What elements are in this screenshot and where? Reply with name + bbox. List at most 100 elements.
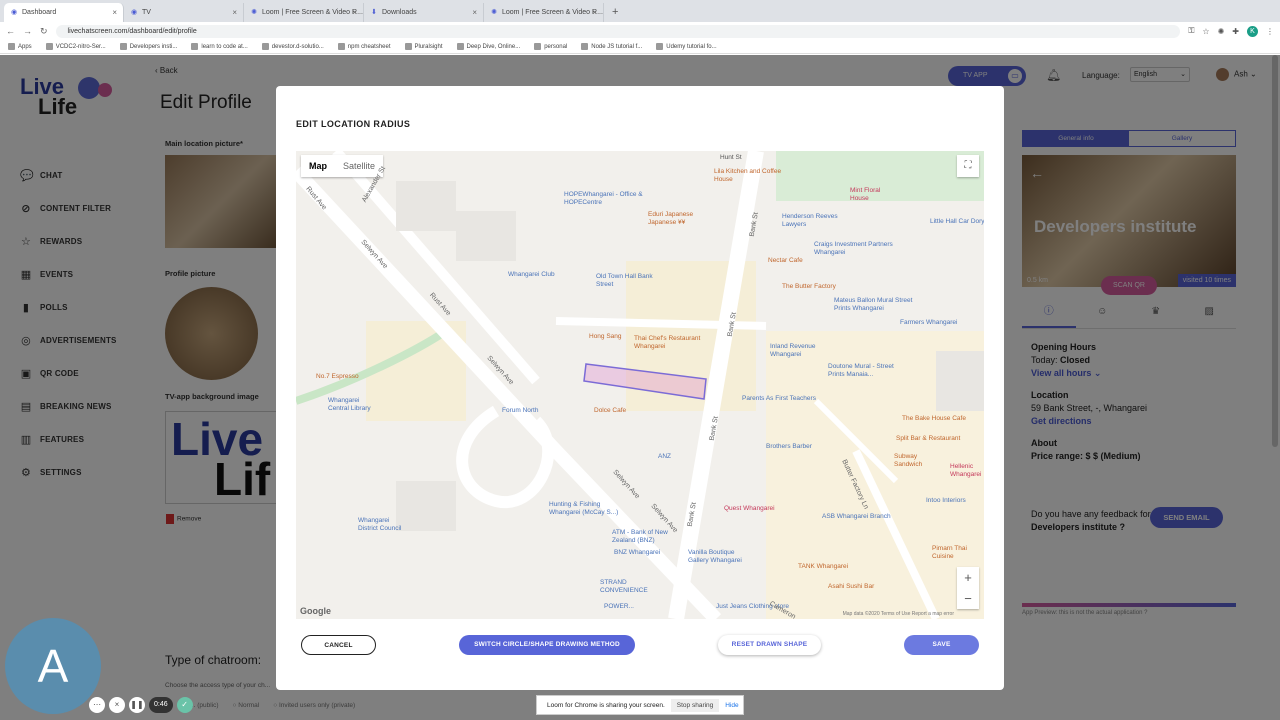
- bookmark-item[interactable]: Node JS tutorial f...: [581, 42, 642, 50]
- extensions-icon[interactable]: ✚: [1232, 27, 1239, 36]
- map-poi[interactable]: Inland Revenue Whangarei: [770, 343, 830, 359]
- edit-location-radius-modal: EDIT LOCATION RADIUS Map Satellite ⛶ + −…: [276, 86, 1004, 690]
- tab-label: Loom | Free Screen & Video R...: [262, 9, 363, 16]
- reload-icon[interactable]: ↻: [40, 26, 48, 37]
- profile-avatar-icon[interactable]: K: [1247, 25, 1258, 37]
- tab-close-icon[interactable]: ×: [352, 3, 357, 22]
- fullscreen-icon[interactable]: ⛶: [957, 155, 979, 177]
- map-poi[interactable]: Lila Kitchen and Coffee House: [714, 168, 784, 184]
- map-attribution[interactable]: Map data ©2020 Terms of Use Report a map…: [843, 611, 954, 617]
- map-poi[interactable]: STRAND CONVENIENCE: [600, 579, 660, 595]
- loom-extension-icon[interactable]: ✺: [1218, 27, 1225, 36]
- map-type-toggle: Map Satellite: [301, 155, 384, 177]
- cancel-recording-icon[interactable]: ×: [109, 697, 125, 713]
- map-poi[interactable]: Dolce Cafe: [594, 407, 626, 415]
- map-poi[interactable]: Thai Chef's Restaurant Whangarei: [634, 335, 704, 351]
- map-poi[interactable]: Brothers Barber: [766, 443, 812, 451]
- save-button[interactable]: SAVE: [904, 635, 979, 655]
- bookmark-item[interactable]: Apps: [8, 42, 32, 50]
- browser-tab-dashboard[interactable]: ◉ Dashboard ×: [4, 3, 124, 22]
- map-poi[interactable]: The Butter Factory: [782, 283, 836, 291]
- hide-button[interactable]: Hide: [725, 702, 738, 709]
- map-poi[interactable]: Farmers Whangarei: [900, 319, 957, 327]
- map-poi[interactable]: Whangarei Central Library: [328, 397, 378, 413]
- tab-close-icon[interactable]: ×: [472, 3, 477, 22]
- browser-tab-downloads[interactable]: ⬇ Downloads ×: [364, 3, 484, 22]
- browser-menu-icon[interactable]: ⋮: [1266, 27, 1274, 36]
- bookmark-item[interactable]: personal: [534, 42, 567, 50]
- back-nav-icon[interactable]: ←: [6, 26, 15, 36]
- map-poi[interactable]: ANZ: [658, 453, 671, 461]
- map-poi[interactable]: Subway Sandwich: [894, 453, 934, 469]
- stop-sharing-button[interactable]: Stop sharing: [670, 698, 720, 712]
- recorder-camera-bubble[interactable]: A: [5, 618, 101, 714]
- map-poi[interactable]: Whangarei District Council: [358, 517, 408, 533]
- map-poi[interactable]: Whangarei Club: [508, 271, 555, 279]
- map-poi[interactable]: No.7 Espresso: [316, 373, 359, 381]
- map-poi[interactable]: ATM - Bank of New Zealand (BNZ): [612, 529, 672, 545]
- browser-tab-bar: ◉ Dashboard × ◉ TV × ✺ Loom | Free Screen & V…: [0, 0, 1280, 22]
- bookmark-item[interactable]: devestor.d-solutio...: [261, 42, 324, 50]
- bookmark-item[interactable]: learn to code at...: [191, 42, 248, 50]
- map-poi[interactable]: Intoo Interiors: [926, 497, 966, 505]
- map-poi[interactable]: Vanilla Boutique Gallery Whangarei: [688, 549, 748, 565]
- map-poi[interactable]: Eduri Japanese Japanese ¥¥: [648, 211, 708, 227]
- map-poi[interactable]: Parents As First Teachers: [742, 395, 816, 403]
- map-poi[interactable]: Asahi Sushi Bar: [828, 583, 874, 591]
- pause-icon[interactable]: ❚❚: [129, 697, 145, 713]
- map-poi[interactable]: Doutone Mural - Street Prints Manaia...: [828, 363, 908, 379]
- bookmark-item[interactable]: Udemy tutorial fo...: [656, 42, 717, 50]
- map-poi[interactable]: Forum North: [502, 407, 538, 415]
- map-poi[interactable]: The Bake House Cafe: [902, 415, 966, 423]
- map-view[interactable]: Map Satellite ⛶ + − Google Map data ©202…: [296, 151, 984, 619]
- reset-drawn-shape-button[interactable]: RESET DRAWN SHAPE: [718, 635, 821, 655]
- map-poi[interactable]: Henderson Reeves Lawyers: [782, 213, 852, 229]
- switch-drawing-method-button[interactable]: SWITCH CIRCLE/SHAPE DRAWING METHOD: [459, 635, 635, 655]
- map-tab[interactable]: Map: [301, 155, 335, 177]
- bookmark-item[interactable]: VCDC2-nitro-Ser...: [45, 42, 106, 50]
- bookmark-item[interactable]: npm cheatsheet: [337, 42, 391, 50]
- more-icon[interactable]: ⋯: [89, 697, 105, 713]
- bookmark-item[interactable]: Deep Dive, Online...: [456, 42, 520, 50]
- map-poi[interactable]: Hellenic Whangarei: [950, 463, 984, 479]
- recorder-controls: ⋯ × ❚❚ 0:46 ✓: [89, 697, 193, 713]
- zoom-control: + −: [957, 567, 979, 609]
- map-poi[interactable]: Nectar Cafe: [768, 257, 803, 265]
- key-icon[interactable]: ⚿: [1188, 26, 1194, 36]
- cancel-button[interactable]: CANCEL: [301, 635, 376, 655]
- bookmark-item[interactable]: Pluralsight: [404, 42, 443, 50]
- map-poi[interactable]: Quest Whangarei: [724, 505, 775, 513]
- map-poi[interactable]: TANK Whangarei: [798, 563, 848, 571]
- url-field[interactable]: livechatscreen.com/dashboard/edit/profil…: [55, 24, 1181, 38]
- map-poi[interactable]: Hunting & Fishing Whangarei (McCay S...): [549, 501, 629, 517]
- map-poi[interactable]: Mateus Ballon Mural Street Prints Whanga…: [834, 297, 914, 313]
- browser-tab-tv[interactable]: ◉ TV ×: [124, 3, 244, 22]
- finish-recording-icon[interactable]: ✓: [176, 697, 193, 713]
- map-poi[interactable]: BNZ Whangarei: [614, 549, 660, 557]
- map-poi[interactable]: Split Bar & Restaurant: [896, 435, 960, 443]
- bookmark-icon: [656, 42, 664, 50]
- map-poi[interactable]: HOPEWhangarei - Office & HOPECentre: [564, 191, 644, 207]
- new-tab-button[interactable]: +: [604, 3, 626, 22]
- forward-nav-icon[interactable]: →: [23, 26, 32, 36]
- tab-close-icon[interactable]: ×: [592, 3, 597, 22]
- map-poi[interactable]: Mint Floral House: [850, 187, 900, 203]
- modal-title: EDIT LOCATION RADIUS: [296, 119, 411, 129]
- map-poi[interactable]: Pimarn Thai Cuisine: [932, 545, 972, 561]
- map-poi[interactable]: POWER...: [604, 603, 634, 611]
- map-poi[interactable]: Old Town Hall Bank Street: [596, 273, 656, 289]
- bookmark-item[interactable]: Developers insti...: [119, 42, 177, 50]
- tab-close-icon[interactable]: ×: [112, 3, 117, 22]
- map-poi[interactable]: ASB Whangarei Branch: [822, 513, 891, 521]
- browser-tab-loom-1[interactable]: ✺ Loom | Free Screen & Video R... ×: [244, 3, 364, 22]
- star-icon[interactable]: ☆: [1202, 27, 1209, 36]
- share-status-text: Loom for Chrome is sharing your screen.: [547, 701, 665, 709]
- map-poi[interactable]: Hong Sang: [589, 333, 622, 341]
- map-poi[interactable]: Little Hall Car Dory: [930, 218, 984, 226]
- zoom-out-button[interactable]: −: [957, 588, 979, 609]
- map-poi[interactable]: Craigs Investment Partners Whangarei: [814, 241, 894, 257]
- tab-close-icon[interactable]: ×: [232, 3, 237, 22]
- zoom-in-button[interactable]: +: [957, 567, 979, 588]
- map-building: [396, 181, 456, 231]
- browser-tab-loom-2[interactable]: ✺ Loom | Free Screen & Video R... ×: [484, 3, 604, 22]
